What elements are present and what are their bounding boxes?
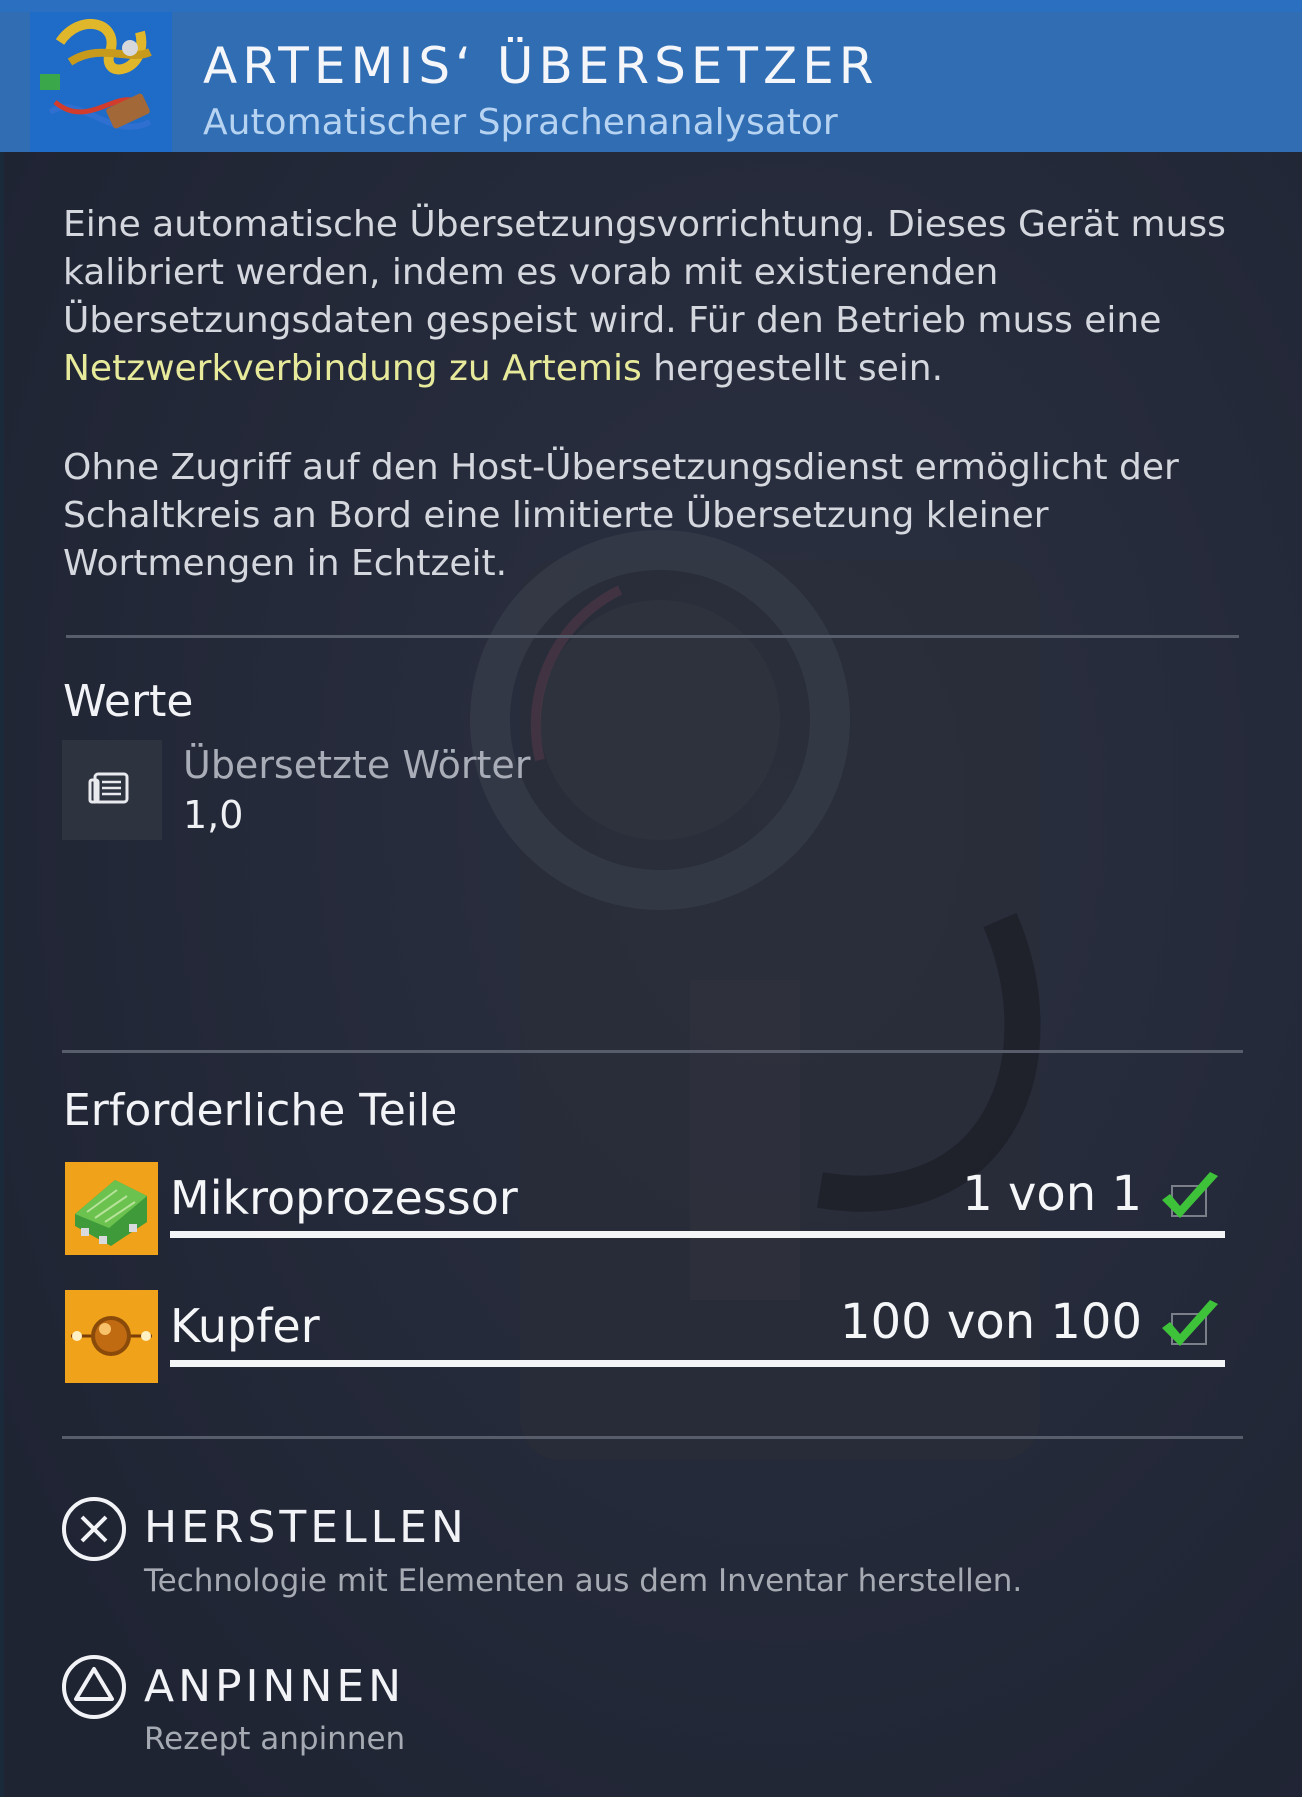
copper-icon bbox=[65, 1290, 158, 1383]
item-subtitle: Automatischer Sprachenanalysator bbox=[203, 102, 838, 143]
highlighted-keyword: Netzwerkverbindung zu Artemis bbox=[63, 348, 642, 389]
description-paragraph-1: Eine automatische Übersetzungsvorrichtun… bbox=[63, 201, 1263, 393]
craft-description: Technologie mit Elementen aus dem Invent… bbox=[144, 1563, 1023, 1599]
description-text: hergestellt sein. bbox=[641, 348, 944, 389]
stat-label: Übersetzte Wörter bbox=[183, 743, 531, 787]
stats-section-title: Werte bbox=[63, 676, 194, 727]
stat-icon-box bbox=[62, 740, 162, 840]
description-text: Eine automatische Übersetzungsvorrichtun… bbox=[63, 204, 1226, 341]
divider bbox=[66, 635, 1239, 638]
triangle-button-icon[interactable] bbox=[60, 1653, 128, 1721]
cross-button-icon[interactable] bbox=[60, 1495, 128, 1563]
document-icon bbox=[88, 772, 129, 804]
item-header: ARTEMIS‘ ÜBERSETZER Automatischer Sprach… bbox=[0, 12, 1302, 152]
divider bbox=[62, 1050, 1243, 1053]
part-count: 1 von 1 bbox=[962, 1166, 1142, 1222]
top-accent-line bbox=[0, 0, 1302, 12]
progress-bar bbox=[170, 1360, 1225, 1367]
checkmark-icon bbox=[1158, 1168, 1222, 1228]
translator-device-icon bbox=[30, 12, 172, 152]
stat-value: 1,0 bbox=[183, 793, 244, 837]
pin-description: Rezept anpinnen bbox=[144, 1721, 406, 1757]
progress-bar bbox=[170, 1231, 1225, 1238]
part-count: 100 von 100 bbox=[840, 1294, 1142, 1350]
parts-section-title: Erforderliche Teile bbox=[63, 1085, 458, 1136]
description-paragraph-2: Ohne Zugriff auf den Host-Übersetzungsdi… bbox=[63, 447, 1179, 584]
microprocessor-icon bbox=[65, 1162, 158, 1255]
part-name: Kupfer bbox=[170, 1299, 320, 1353]
item-title: ARTEMIS‘ ÜBERSETZER bbox=[203, 37, 879, 95]
divider bbox=[62, 1436, 1243, 1439]
left-edge-strip bbox=[0, 0, 4, 1797]
pin-button[interactable]: ANPINNEN bbox=[144, 1661, 405, 1713]
checkmark-icon bbox=[1158, 1296, 1222, 1356]
part-name: Mikroprozessor bbox=[170, 1171, 518, 1225]
craft-button[interactable]: HERSTELLEN bbox=[144, 1502, 468, 1554]
